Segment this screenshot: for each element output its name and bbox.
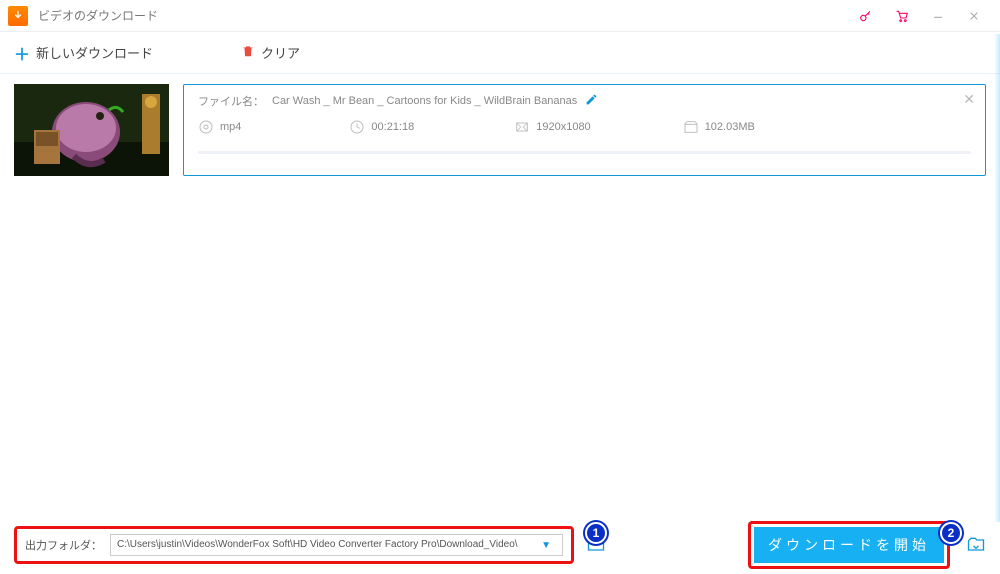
- clear-label: クリア: [261, 43, 300, 62]
- annotation-badge-1: 1: [585, 522, 607, 544]
- output-folder-group: 出力フォルダ： C:\Users\justin\Videos\WonderFox…: [14, 526, 574, 564]
- start-download-button[interactable]: ダウンロードを開始: [754, 527, 944, 563]
- trash-icon: [241, 44, 255, 61]
- download-card: ✕ ファイル名： Car Wash _ Mr Bean _ Cartoons f…: [183, 84, 986, 176]
- filename-label: ファイル名：: [198, 93, 264, 109]
- plus-icon: ＋: [14, 41, 30, 65]
- window-title: ビデオのダウンロード: [38, 7, 158, 24]
- download-item: ✕ ファイル名： Car Wash _ Mr Bean _ Cartoons f…: [0, 74, 1000, 176]
- new-download-label: 新しいダウンロード: [36, 43, 153, 62]
- close-button[interactable]: [956, 0, 992, 32]
- title-bar: ビデオのダウンロード: [0, 0, 1000, 32]
- format-meta: mp4: [198, 119, 241, 135]
- footer-bar: 出力フォルダ： C:\Users\justin\Videos\WonderFox…: [0, 522, 1000, 574]
- cart-icon[interactable]: [884, 0, 920, 32]
- toolbar: ＋ 新しいダウンロード クリア: [0, 32, 1000, 74]
- open-output-icon[interactable]: [966, 535, 986, 555]
- video-thumbnail[interactable]: [14, 84, 169, 176]
- resolution-meta: 1920x1080: [514, 119, 590, 135]
- clear-button[interactable]: クリア: [241, 43, 300, 62]
- remove-item-button[interactable]: ✕: [963, 91, 975, 108]
- edit-filename-icon[interactable]: [585, 93, 598, 109]
- filename-value: Car Wash _ Mr Bean _ Cartoons for Kids _…: [272, 95, 577, 107]
- output-folder-path[interactable]: C:\Users\justin\Videos\WonderFox Soft\HD…: [110, 534, 563, 556]
- size-meta: 102.03MB: [683, 119, 755, 135]
- annotation-badge-2: 2: [940, 522, 962, 544]
- progress-bar: [198, 151, 971, 154]
- app-logo-icon: [8, 6, 28, 26]
- minimize-button[interactable]: [920, 0, 956, 32]
- key-icon[interactable]: [848, 0, 884, 32]
- output-folder-label: 出力フォルダ：: [25, 537, 102, 553]
- new-download-button[interactable]: ＋ 新しいダウンロード: [14, 41, 153, 65]
- duration-meta: 00:21:18: [349, 119, 414, 135]
- start-button-highlight: ダウンロードを開始: [748, 521, 950, 569]
